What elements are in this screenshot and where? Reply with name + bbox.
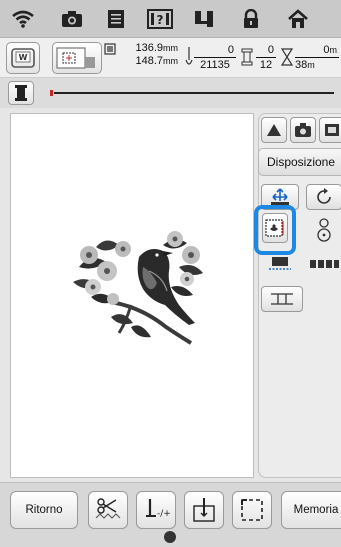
- time-unit: m: [329, 45, 338, 55]
- memoria-button[interactable]: Memoria: [281, 491, 341, 529]
- time-count: 0m 38m: [295, 43, 339, 72]
- document-icon[interactable]: [101, 6, 131, 32]
- memoria-label: Memoria: [293, 504, 339, 516]
- time-unit: m: [307, 60, 315, 70]
- embroidery-frame-button[interactable]: W: [6, 42, 40, 74]
- triangle-button[interactable]: [261, 117, 287, 143]
- frame-size-button[interactable]: [52, 42, 102, 74]
- size-unit: mm: [163, 43, 178, 53]
- color-order-button[interactable]: [306, 251, 341, 277]
- color-total: 12: [259, 59, 273, 71]
- align-icon: [271, 293, 293, 305]
- needle-tension-icon: -/+: [146, 499, 170, 519]
- color-current: 0: [256, 43, 276, 58]
- svg-text:-/+: -/+: [157, 509, 170, 519]
- stitch-count: 0 21135: [194, 43, 236, 72]
- size-height-value: 148.7: [135, 55, 163, 67]
- embroidery-size: 136.9mm 148.7mm: [104, 42, 178, 68]
- needle-center-button[interactable]: [184, 491, 224, 529]
- svg-text:W: W: [19, 53, 28, 62]
- trial-embroidery-button[interactable]: [232, 491, 272, 529]
- border-icon: [265, 219, 284, 237]
- ritorno-button[interactable]: Ritorno: [10, 491, 78, 529]
- scissors-icon: [95, 498, 121, 519]
- lock-icon[interactable]: [236, 6, 266, 32]
- size-icon: [104, 43, 116, 55]
- camera-icon[interactable]: [57, 6, 87, 32]
- wifi-icon[interactable]: [8, 6, 38, 32]
- svg-text:?: ?: [157, 13, 164, 27]
- thread-color-button[interactable]: [8, 81, 34, 105]
- stitch-icon: [269, 257, 291, 270]
- home-indicator: [164, 531, 176, 543]
- color-blocks-icon: [310, 260, 339, 268]
- spool-icon: [241, 48, 253, 66]
- triangle-icon: [267, 124, 281, 136]
- help-icon[interactable]: ?: [145, 6, 175, 32]
- move-arrows-icon: [271, 188, 289, 205]
- color-count: 0 12: [256, 43, 276, 72]
- tension-button[interactable]: -/+: [136, 491, 176, 529]
- rotate-icon: [317, 188, 331, 204]
- needle-icon: [185, 47, 193, 65]
- size-unit: mm: [163, 56, 178, 66]
- thread-marker: [50, 90, 53, 96]
- embroidery-canvas[interactable]: [10, 113, 254, 478]
- needle-position-icon: [317, 218, 331, 242]
- thread-cut-button[interactable]: [88, 491, 128, 529]
- spool-icon: [15, 85, 27, 101]
- bird-embroidery-design[interactable]: [71, 227, 211, 345]
- align-button[interactable]: [261, 286, 303, 312]
- time-total: 38: [295, 59, 308, 71]
- thread-progress-bar: [0, 78, 341, 108]
- tab-disposizione[interactable]: Disposizione: [258, 148, 341, 176]
- settings-icon[interactable]: [190, 6, 220, 32]
- stitch-total: 21135: [200, 59, 230, 71]
- thread-progress-line: [54, 92, 334, 94]
- info-bar: W 136.9mm 148.7mm 0 21135 0 12 0m 38m: [0, 38, 341, 78]
- stitch-current: 0: [194, 43, 236, 58]
- home-icon[interactable]: [283, 6, 313, 32]
- stitch-button[interactable]: [261, 251, 299, 277]
- preview-icon: [325, 124, 339, 136]
- trial-frame-icon: [241, 499, 263, 521]
- hourglass-icon: [281, 48, 293, 66]
- ritorno-label: Ritorno: [25, 504, 63, 516]
- needle-position-button[interactable]: [306, 217, 341, 243]
- tab-disposizione-label: Disposizione: [267, 155, 336, 169]
- border-alignment-button[interactable]: [262, 213, 288, 243]
- camera-scan-icon: [295, 123, 311, 137]
- rotate-button[interactable]: [306, 184, 341, 210]
- preview-button[interactable]: [319, 117, 341, 143]
- camera-scan-button[interactable]: [290, 117, 316, 143]
- needle-frame-icon: [193, 498, 215, 522]
- status-bar: ?: [0, 0, 341, 38]
- size-width-value: 136.9: [135, 42, 163, 54]
